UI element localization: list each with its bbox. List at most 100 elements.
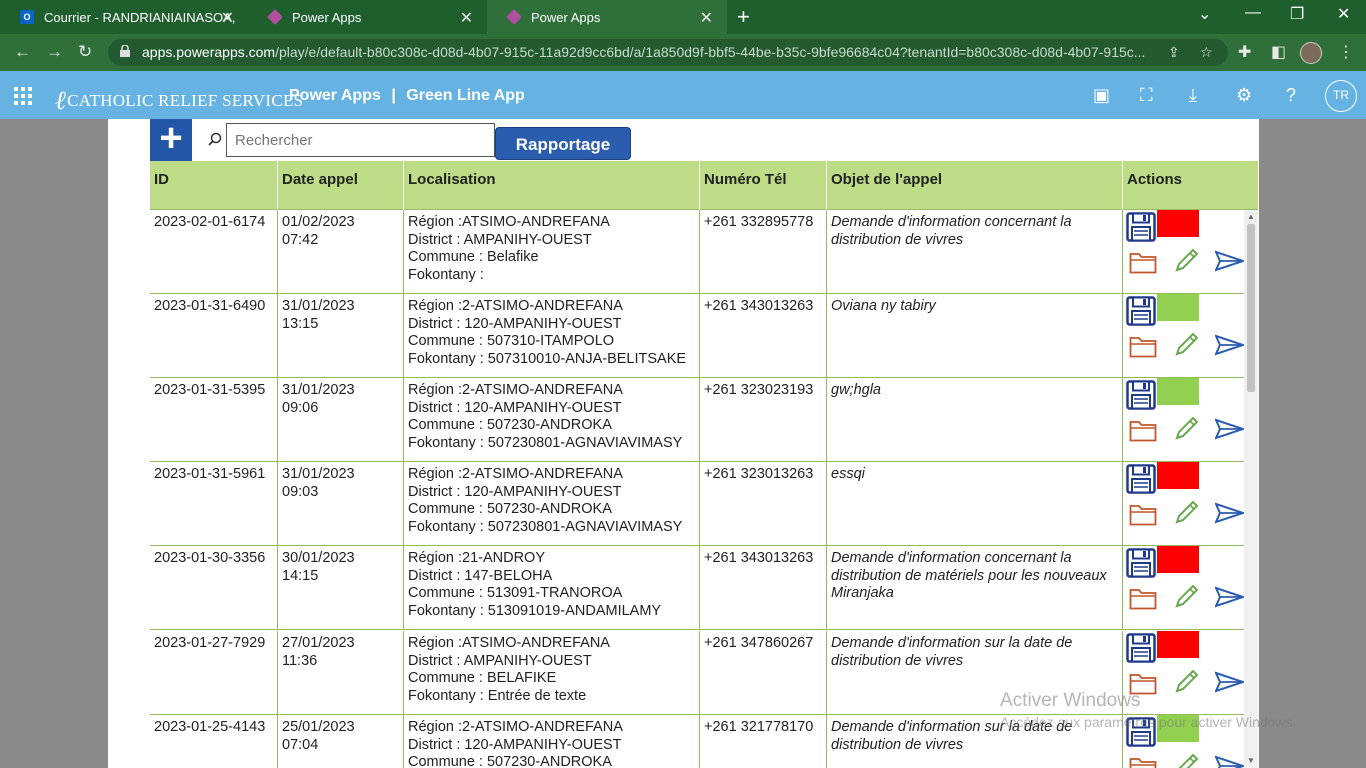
scroll-thumb[interactable] xyxy=(1247,224,1255,392)
vertical-scrollbar[interactable]: ▲ ▼ xyxy=(1244,210,1258,768)
close-tab-icon[interactable]: ✕ xyxy=(221,8,234,28)
add-button[interactable]: + xyxy=(150,119,192,161)
row-location: Région :2-ATSIMO-ANDREFANA District : 120… xyxy=(408,719,623,768)
search-icon xyxy=(208,132,222,146)
row-location: Région :ATSIMO-ANDREFANA District : AMPAN… xyxy=(408,635,610,704)
app-title: Power Apps | Green Line App xyxy=(289,87,525,105)
row-id: 2023-01-25-4143 xyxy=(154,719,266,735)
side-panel-icon[interactable]: ◧ xyxy=(1271,42,1286,62)
app-canvas: + Rapportage ID Date appel Localisation … xyxy=(108,119,1259,768)
save-icon[interactable] xyxy=(1126,296,1156,326)
share-icon[interactable]: ⇪ xyxy=(1168,44,1180,61)
send-icon[interactable] xyxy=(1215,418,1245,440)
save-icon[interactable] xyxy=(1126,380,1156,410)
browser-menu-icon[interactable]: ⋮ xyxy=(1338,42,1354,62)
help-icon[interactable]: ? xyxy=(1286,85,1296,106)
table-row[interactable]: 2023-01-31-5961 31/01/2023 09:03 Région :… xyxy=(150,462,1245,546)
row-phone: +261 343013263 xyxy=(704,550,814,566)
send-icon[interactable] xyxy=(1215,334,1245,356)
minimize-icon[interactable]: — xyxy=(1245,4,1261,22)
windows-activation-title: Activer Windows xyxy=(1000,690,1141,711)
scroll-down-icon[interactable]: ▼ xyxy=(1247,756,1255,765)
send-icon[interactable] xyxy=(1215,671,1245,693)
close-window-icon[interactable]: ✕ xyxy=(1337,4,1350,24)
table-row[interactable]: 2023-01-30-3356 30/01/2023 14:15 Région :… xyxy=(150,546,1245,630)
table-row[interactable]: 2023-01-31-6490 31/01/2023 13:15 Région :… xyxy=(150,294,1245,378)
download-icon[interactable]: ⤓ xyxy=(1189,85,1197,106)
edit-pencil-icon[interactable] xyxy=(1173,498,1201,526)
row-phone: +261 332895778 xyxy=(704,214,814,230)
send-icon[interactable] xyxy=(1215,755,1245,768)
edit-pencil-icon[interactable] xyxy=(1173,246,1201,274)
user-avatar[interactable]: TR xyxy=(1325,80,1357,112)
folder-icon[interactable] xyxy=(1129,502,1157,526)
save-icon[interactable] xyxy=(1126,212,1156,242)
back-icon[interactable]: ← xyxy=(14,42,31,62)
folder-icon[interactable] xyxy=(1129,586,1157,610)
row-id: 2023-01-30-3356 xyxy=(154,550,266,566)
app-launcher-icon[interactable] xyxy=(14,87,32,105)
send-icon[interactable] xyxy=(1215,502,1245,524)
forward-icon[interactable]: → xyxy=(46,42,63,62)
new-tab-icon[interactable]: + xyxy=(737,4,750,30)
status-indicator xyxy=(1157,462,1199,489)
edit-pencil-icon[interactable] xyxy=(1173,751,1201,768)
edit-pencil-icon[interactable] xyxy=(1173,414,1201,442)
column-header-id: ID xyxy=(154,171,169,188)
save-icon[interactable] xyxy=(1126,633,1156,663)
scroll-up-icon[interactable]: ▲ xyxy=(1247,212,1255,221)
table-row[interactable]: 2023-01-31-5395 31/01/2023 09:06 Région :… xyxy=(150,378,1245,462)
folder-icon[interactable] xyxy=(1129,418,1157,442)
row-id: 2023-01-31-6490 xyxy=(154,298,266,314)
status-indicator xyxy=(1157,294,1199,321)
tab-search-chevron-icon[interactable]: ⌄ xyxy=(1198,4,1211,24)
product-name: Power Apps xyxy=(289,87,381,104)
close-tab-icon[interactable]: ✕ xyxy=(460,8,473,28)
tab-power-apps-active[interactable]: Power Apps ✕ xyxy=(487,0,727,34)
folder-icon[interactable] xyxy=(1129,250,1157,274)
row-phone: +261 323013263 xyxy=(704,466,814,482)
send-icon[interactable] xyxy=(1215,250,1245,272)
outlook-icon: O xyxy=(20,10,34,24)
bookmark-star-icon[interactable]: ☆ xyxy=(1200,44,1213,61)
send-icon[interactable] xyxy=(1215,586,1245,608)
row-location: Région :2-ATSIMO-ANDREFANA District : 120… xyxy=(408,382,683,451)
power-apps-header: ℓCATHOLIC RELIEF SERVICES Power Apps | G… xyxy=(0,71,1366,119)
row-subject: essqi xyxy=(831,466,865,482)
power-apps-icon xyxy=(267,9,283,25)
address-bar: ← → ↻ apps.powerapps.com/play/e/default-… xyxy=(0,34,1366,71)
edit-pencil-icon[interactable] xyxy=(1173,330,1201,358)
row-subject: Demande d'information concernant la dist… xyxy=(831,550,1107,601)
settings-gear-icon[interactable]: ⚙ xyxy=(1236,85,1252,106)
edit-pencil-icon[interactable] xyxy=(1173,582,1201,610)
row-date: 25/01/2023 07:04 xyxy=(282,719,355,753)
search-input[interactable] xyxy=(226,123,495,157)
row-phone: +261 321778170 xyxy=(704,719,814,735)
table-row[interactable]: 2023-02-01-6174 01/02/2023 07:42 Région :… xyxy=(150,210,1245,294)
status-indicator xyxy=(1157,631,1199,658)
status-indicator xyxy=(1157,378,1199,405)
profile-avatar[interactable] xyxy=(1300,42,1322,64)
save-icon[interactable] xyxy=(1126,464,1156,494)
folder-icon[interactable] xyxy=(1129,334,1157,358)
tab-courrier[interactable]: O Courrier - RANDRIANIAINASOA, ✕ xyxy=(0,0,248,34)
tab-label: Courrier - RANDRIANIAINASOA, xyxy=(44,9,236,25)
table-header: ID Date appel Localisation Numéro Tél Ob… xyxy=(150,161,1258,210)
teams-icon[interactable]: ▣ xyxy=(1093,85,1110,106)
save-icon[interactable] xyxy=(1126,548,1156,578)
row-id: 2023-02-01-6174 xyxy=(154,214,266,230)
row-subject: Demande d'information concernant la dist… xyxy=(831,214,1072,248)
report-button[interactable]: Rapportage xyxy=(495,127,631,160)
extensions-icon[interactable]: ✚ xyxy=(1238,42,1251,62)
column-header-date: Date appel xyxy=(282,171,358,188)
folder-icon[interactable] xyxy=(1129,755,1157,768)
row-date: 31/01/2023 09:06 xyxy=(282,382,355,416)
restore-icon[interactable]: ❐ xyxy=(1290,4,1304,24)
url-domain: apps.powerapps.com xyxy=(142,44,276,60)
close-tab-icon[interactable]: ✕ xyxy=(700,8,713,28)
edit-pencil-icon[interactable] xyxy=(1173,667,1201,695)
reload-icon[interactable]: ↻ xyxy=(78,42,92,62)
fit-to-screen-icon[interactable]: ⛶ xyxy=(1140,85,1153,106)
tab-power-apps-1[interactable]: Power Apps ✕ xyxy=(248,0,487,34)
url-field[interactable]: apps.powerapps.com/play/e/default-b80c30… xyxy=(108,39,1228,66)
